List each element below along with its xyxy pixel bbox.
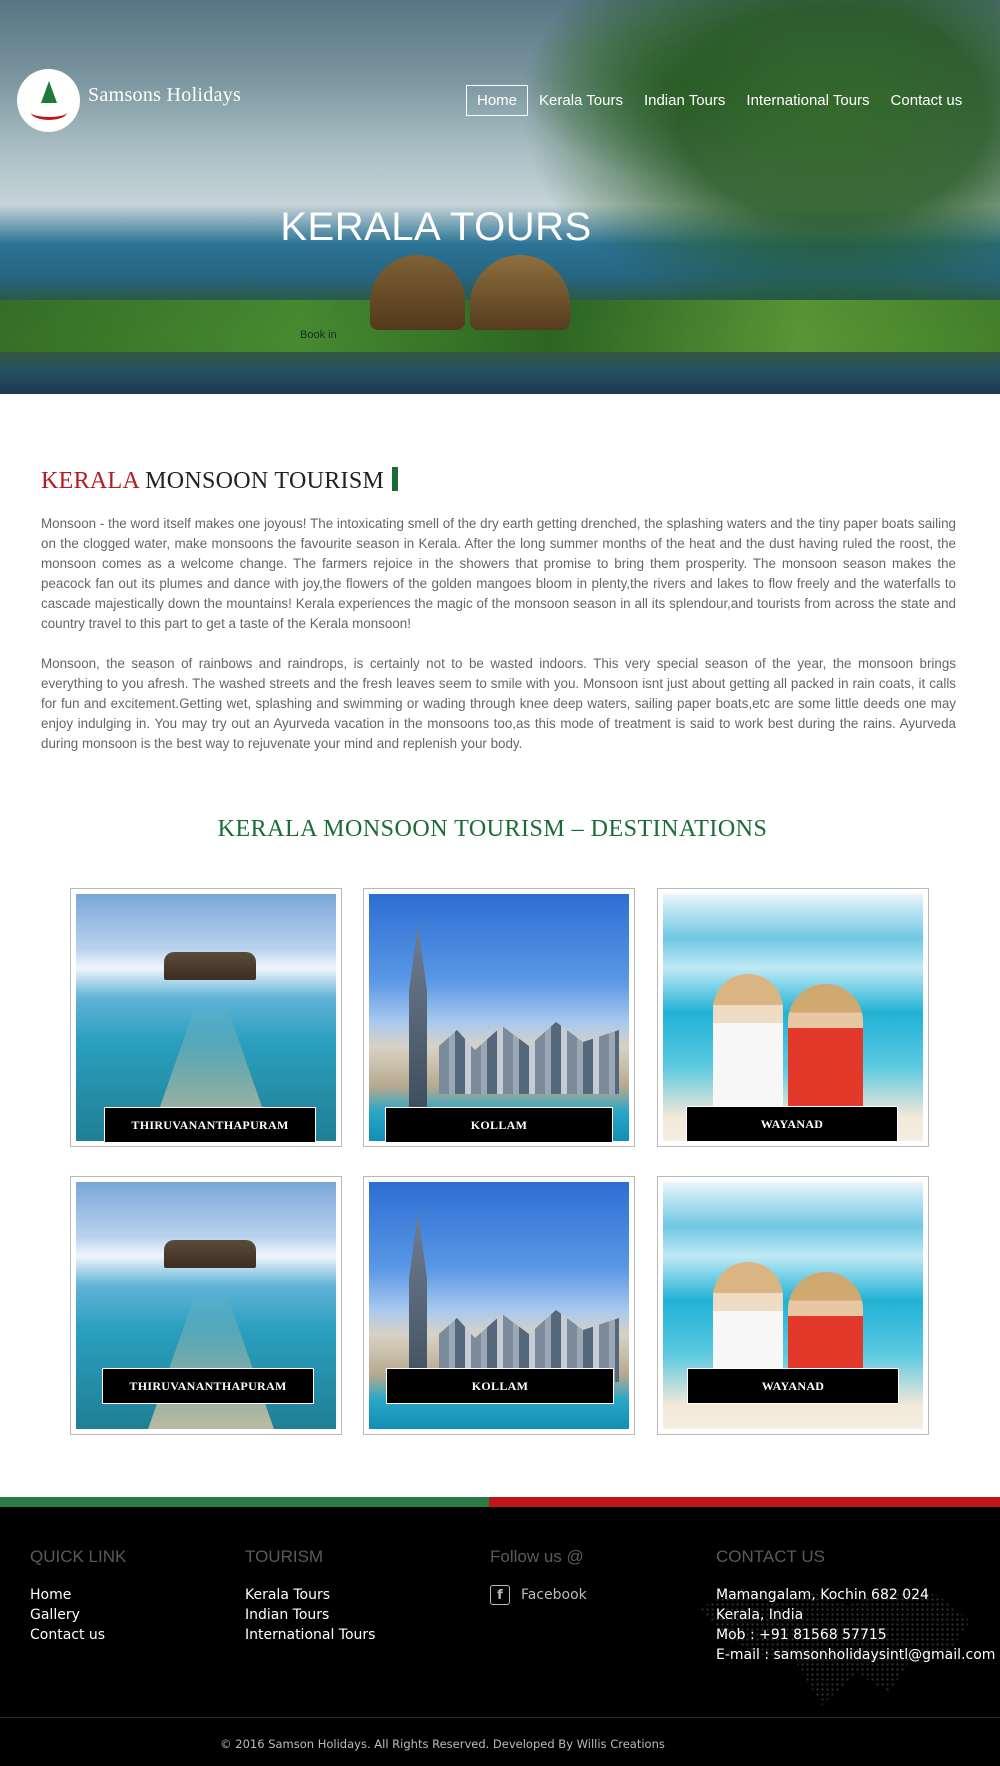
brand-name[interactable]: Samsons Holidays	[88, 84, 241, 107]
footer-heading: CONTACT US	[716, 1547, 825, 1566]
destination-card[interactable]: KOLLAM	[363, 1176, 635, 1435]
footer-stripe-green	[0, 1497, 489, 1507]
hero-title: KERALA TOURS	[280, 205, 592, 249]
footer-follow: Follow us @ f Facebook	[490, 1547, 587, 1605]
footer-link-international-tours[interactable]: International Tours	[245, 1625, 375, 1645]
destination-label[interactable]: KOLLAM	[385, 1107, 613, 1143]
destination-label[interactable]: WAYANAD	[687, 1368, 899, 1404]
destination-card[interactable]: THIRUVANANTHAPURAM	[70, 1176, 342, 1435]
copyright-text: © 2016 Samson Holidays. All Rights Reser…	[220, 1737, 665, 1751]
footer-link-gallery[interactable]: Gallery	[30, 1605, 126, 1625]
destinations-title: KERALA MONSOON TOURISM – DESTINATIONS	[217, 816, 768, 842]
contact-phone[interactable]: Mob : +91 81568 57715	[716, 1625, 995, 1645]
hero-banner: Samsons Holidays Home Kerala Tours India…	[0, 0, 1000, 394]
destination-label[interactable]: THIRUVANANTHAPURAM	[104, 1107, 316, 1143]
logo-tree-icon	[29, 79, 69, 123]
beach-image	[663, 894, 923, 1141]
footer-link-kerala-tours[interactable]: Kerala Tours	[245, 1585, 375, 1605]
nav-contact-us[interactable]: Contact us	[881, 86, 973, 115]
footer-stripe-red	[489, 1497, 1000, 1507]
nav-kerala-tours[interactable]: Kerala Tours	[529, 86, 633, 115]
pier-image	[76, 894, 336, 1141]
footer-quick-links: QUICK LINK Home Gallery Contact us	[30, 1547, 126, 1645]
title-accent-bar	[392, 467, 399, 491]
intro-paragraph-2: Monsoon, the season of rainbows and rain…	[41, 656, 956, 751]
footer-link-home[interactable]: Home	[30, 1585, 126, 1605]
destination-card[interactable]: KOLLAM	[363, 888, 635, 1147]
destination-card[interactable]: WAYANAD	[657, 888, 929, 1147]
main-nav: Home Kerala Tours Indian Tours Internati…	[466, 85, 973, 116]
facebook-label: Facebook	[521, 1587, 587, 1603]
footer-divider	[0, 1717, 1000, 1718]
contact-region: Kerala, India	[716, 1607, 804, 1623]
facebook-icon: f	[490, 1585, 510, 1605]
facebook-link[interactable]: f Facebook	[490, 1585, 587, 1605]
footer-heading: TOURISM	[245, 1547, 324, 1566]
destination-label[interactable]: THIRUVANANTHAPURAM	[102, 1368, 314, 1404]
destination-card[interactable]: THIRUVANANTHAPURAM	[70, 888, 342, 1147]
intro-title-rest: MONSOON TOURISM	[138, 468, 385, 494]
footer-heading: QUICK LINK	[30, 1547, 127, 1566]
intro-title: KERALA MONSOON TOURISM	[41, 467, 399, 495]
intro-paragraph-1: Monsoon - the word itself makes one joyo…	[41, 516, 956, 631]
destination-label[interactable]: KOLLAM	[386, 1368, 614, 1404]
footer: QUICK LINK Home Gallery Contact us TOURI…	[0, 1507, 1000, 1766]
footer-link-contact[interactable]: Contact us	[30, 1625, 126, 1645]
footer-contact: CONTACT US Mamangalam, Kochin 682 024 Ke…	[716, 1547, 995, 1665]
nav-international-tours[interactable]: International Tours	[736, 86, 879, 115]
intro-title-highlight: KERALA	[41, 468, 139, 494]
footer-tourism: TOURISM Kerala Tours Indian Tours Intern…	[245, 1547, 375, 1645]
contact-address: Mamangalam, Kochin 682 024	[716, 1587, 929, 1603]
hero-subtitle: Book in	[300, 329, 337, 341]
contact-email[interactable]: E-mail : samsonholidaysintl@gmail.com	[716, 1645, 995, 1665]
destination-label[interactable]: WAYANAD	[686, 1106, 898, 1142]
destination-card[interactable]: WAYANAD	[657, 1176, 929, 1435]
nav-indian-tours[interactable]: Indian Tours	[634, 86, 735, 115]
logo[interactable]	[17, 69, 80, 132]
footer-heading: Follow us @	[490, 1547, 584, 1566]
nav-home[interactable]: Home	[466, 85, 529, 116]
city-skyline-image	[369, 894, 629, 1141]
footer-link-indian-tours[interactable]: Indian Tours	[245, 1605, 375, 1625]
